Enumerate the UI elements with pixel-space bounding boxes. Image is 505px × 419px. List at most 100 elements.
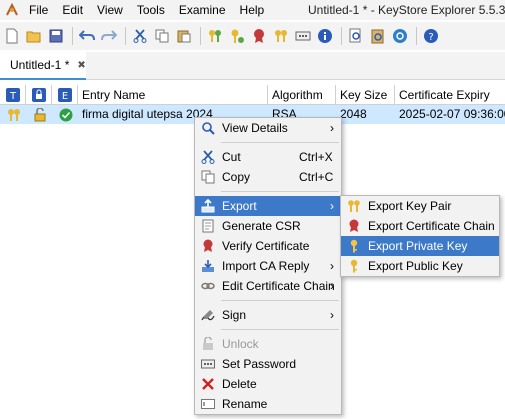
toolbar-separator (341, 27, 342, 45)
examine-ssl-icon[interactable] (390, 26, 410, 46)
menu-item-set-password[interactable]: Set Password (195, 354, 341, 374)
import-ca-reply-icon (201, 259, 215, 273)
copy-icon[interactable] (152, 26, 172, 46)
import-trusted-cert-icon[interactable] (249, 26, 269, 46)
submenu-item-export-key-pair[interactable]: Export Key Pair (341, 196, 499, 216)
submenu-item-export-certificate-chain[interactable]: Export Certificate Chain (341, 216, 499, 236)
column-certificate-expiry[interactable]: Certificate Expiry (395, 85, 505, 105)
menu-item-delete[interactable]: Delete (195, 374, 341, 394)
submenu-arrow-icon: › (330, 121, 334, 135)
submenu-item-export-private-key[interactable]: Export Private Key (341, 236, 499, 256)
column-expiry-status[interactable]: E (52, 85, 78, 105)
valid-check-icon (56, 105, 76, 124)
toolbar-separator (72, 27, 73, 45)
delete-icon (201, 377, 215, 391)
set-password-icon[interactable] (293, 26, 313, 46)
submenu-item-label: Export Private Key (368, 239, 468, 253)
shortcut-label: Ctrl+C (299, 170, 334, 184)
toolbar: ? (0, 22, 505, 50)
tab-untitled-1[interactable]: Untitled-1 * ✖ (0, 52, 86, 80)
save-icon[interactable] (46, 26, 66, 46)
redo-icon[interactable] (99, 26, 119, 46)
public-key-icon (347, 259, 361, 273)
menu-separator (221, 300, 339, 301)
menu-item-export[interactable]: Export › (195, 196, 341, 216)
tab-bar: Untitled-1 * ✖ (0, 52, 505, 80)
submenu-arrow-icon: › (330, 279, 334, 293)
help-icon[interactable]: ? (421, 26, 441, 46)
menu-item-label: View Details (222, 121, 288, 135)
menu-item-verify-certificate[interactable]: Verify Certificate (195, 236, 341, 256)
menu-item-import-ca-reply[interactable]: Import CA Reply › (195, 256, 341, 276)
set-password-icon (201, 357, 215, 371)
menu-item-edit-certificate-chain[interactable]: Edit Certificate Chain › (195, 276, 341, 296)
copy-icon (201, 170, 215, 184)
table-header: T E Entry Name Algorithm Key Size Certif… (0, 85, 505, 105)
menu-separator (221, 191, 339, 192)
menu-item-label: Verify Certificate (222, 239, 310, 253)
menu-item-label: Set Password (222, 357, 297, 371)
menu-item-label: Cut (222, 150, 241, 164)
examine-clipboard-icon[interactable] (368, 26, 388, 46)
lock-column-icon (31, 88, 46, 102)
menu-help[interactable]: Help (233, 0, 272, 20)
certificate-chain-icon (347, 219, 361, 233)
properties-icon[interactable] (315, 26, 335, 46)
menu-item-generate-csr[interactable]: Generate CSR (195, 216, 341, 236)
export-submenu: Export Key Pair Export Certificate Chain… (340, 195, 500, 277)
open-icon[interactable] (24, 26, 44, 46)
key-pair-icon (347, 199, 361, 213)
submenu-arrow-icon: › (330, 308, 334, 322)
menu-item-rename[interactable]: Rename (195, 394, 341, 414)
view-details-icon (201, 121, 215, 135)
paste-icon[interactable] (174, 26, 194, 46)
menu-item-sign[interactable]: Sign › (195, 305, 341, 325)
menu-examine[interactable]: Examine (172, 0, 233, 20)
column-entry-name[interactable]: Entry Name (78, 85, 268, 105)
column-key-size[interactable]: Key Size (336, 85, 395, 105)
keystore-explorer-logo-icon (2, 0, 22, 20)
menu-item-label: Unlock (222, 337, 259, 351)
menu-edit[interactable]: Edit (55, 0, 90, 20)
menu-item-unlock[interactable]: Unlock (195, 334, 341, 354)
menu-item-copy[interactable]: Copy Ctrl+C (195, 167, 341, 187)
key-pair-icon (4, 105, 24, 124)
key-size-cell: 2048 (340, 107, 367, 121)
examine-file-icon[interactable] (346, 26, 366, 46)
menu-item-label: Rename (222, 397, 268, 411)
import-key-pair-icon[interactable] (271, 26, 291, 46)
menu-item-label: Export (222, 199, 257, 213)
column-algorithm[interactable]: Algorithm (268, 85, 336, 105)
menu-item-label: Import CA Reply (222, 259, 310, 273)
menu-item-label: Edit Certificate Chain (222, 279, 335, 293)
expiry-column-icon: E (57, 88, 72, 102)
submenu-item-label: Export Certificate Chain (368, 219, 495, 233)
unlocked-icon (30, 105, 50, 124)
new-icon[interactable] (2, 26, 22, 46)
cut-icon[interactable] (130, 26, 150, 46)
column-type[interactable]: T (0, 85, 26, 105)
menu-item-view-details[interactable]: View Details › (195, 118, 341, 138)
menu-item-cut[interactable]: Cut Ctrl+X (195, 147, 341, 167)
menu-item-label: Sign (222, 308, 247, 322)
sign-icon (201, 308, 215, 322)
generate-key-pair-icon[interactable] (205, 26, 225, 46)
toolbar-separator (416, 27, 417, 45)
unlock-icon (201, 337, 215, 351)
submenu-item-export-public-key[interactable]: Export Public Key (341, 256, 499, 276)
export-icon (201, 199, 215, 213)
cut-icon (201, 150, 215, 164)
close-icon[interactable]: ✖ (77, 60, 85, 71)
generate-secret-key-icon[interactable] (227, 26, 247, 46)
menu-view[interactable]: View (90, 0, 130, 20)
column-lock[interactable] (26, 85, 52, 105)
menu-tools[interactable]: Tools (130, 0, 172, 20)
undo-icon[interactable] (77, 26, 97, 46)
menu-file[interactable]: File (22, 0, 55, 20)
window-title: Untitled-1 * - KeyStore Explorer 5.5.3 (308, 3, 505, 17)
type-column-icon: T (5, 88, 20, 102)
svg-text:?: ? (428, 32, 433, 43)
menu-separator (221, 329, 339, 330)
generate-csr-icon (201, 219, 215, 233)
shortcut-label: Ctrl+X (299, 150, 333, 164)
